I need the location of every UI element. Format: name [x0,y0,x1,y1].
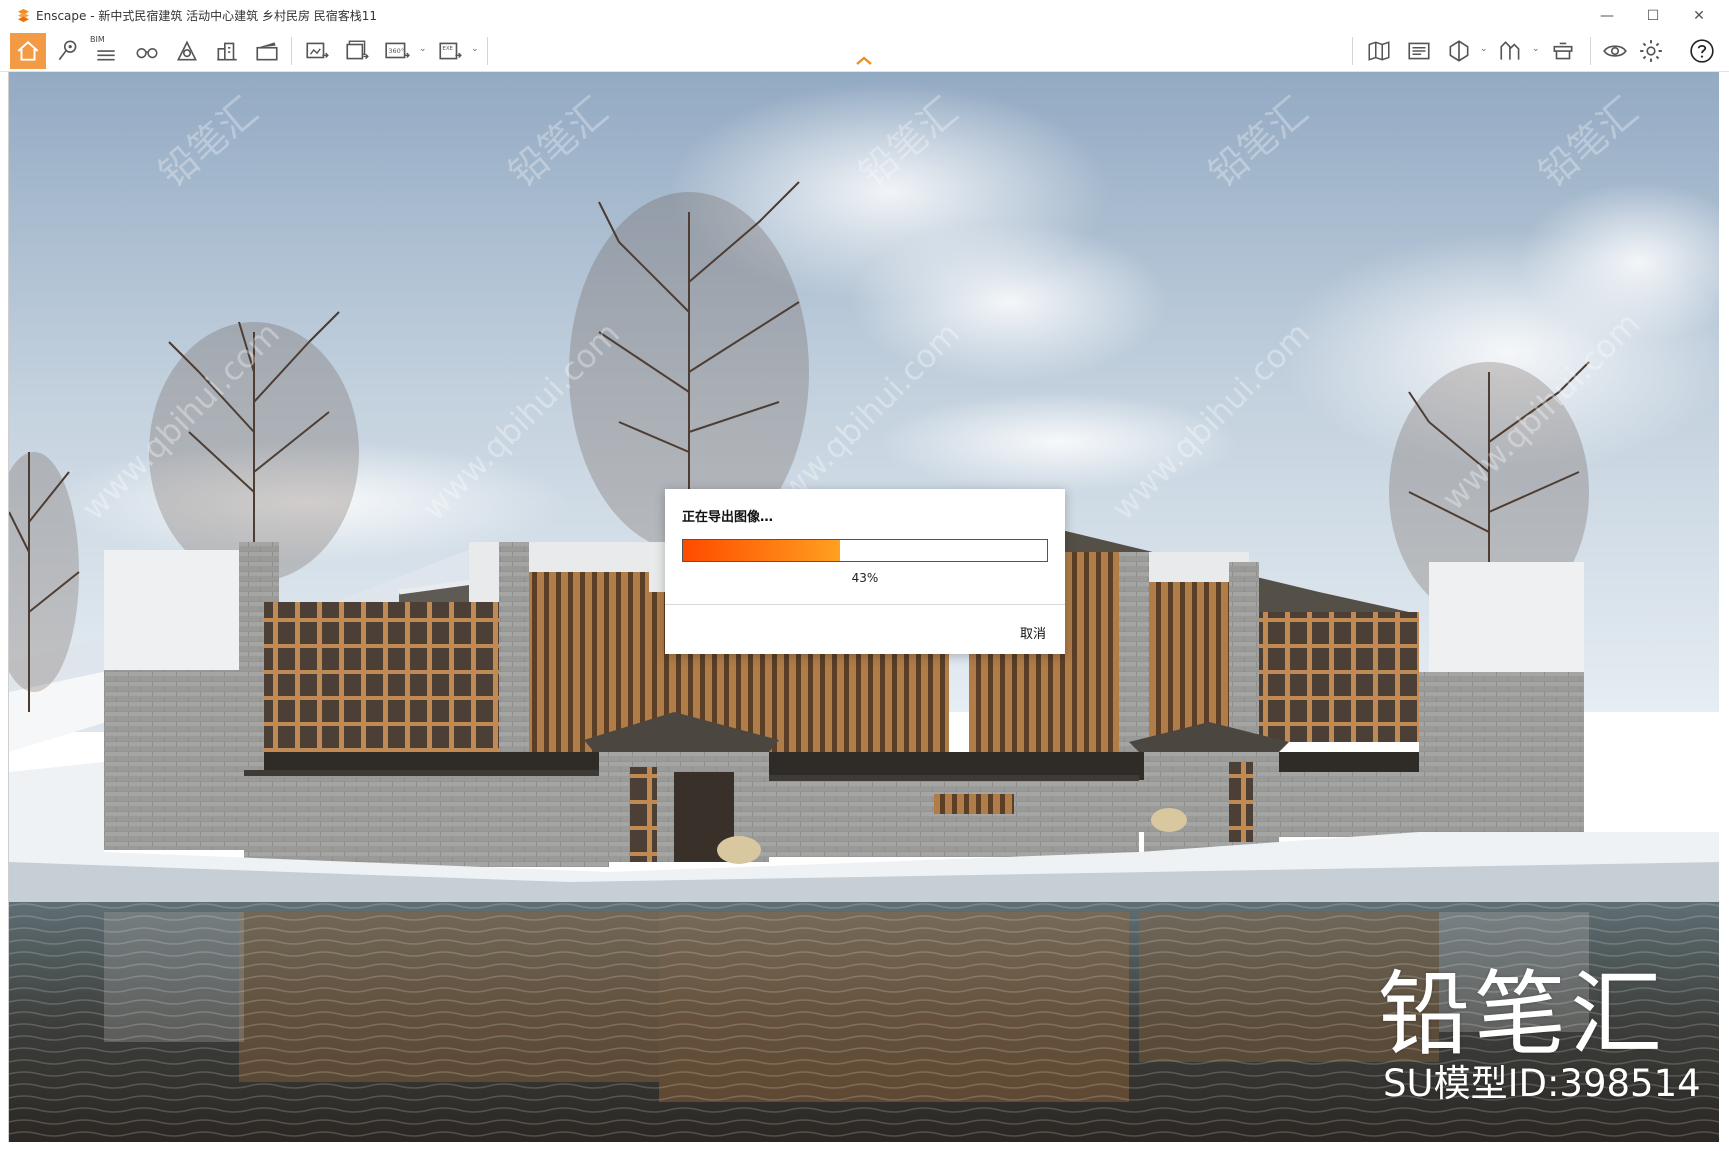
bim-label: BIM [90,35,105,44]
map-icon [1368,41,1390,61]
home-button[interactable] [10,33,46,69]
map-button[interactable] [1361,33,1397,69]
section-dropdown[interactable]: ⌄ [1480,44,1490,58]
visual-settings-icon [1500,41,1520,60]
minimize-icon: — [1600,7,1614,24]
eye-icon [1603,45,1627,57]
atmosphere-icon [177,40,197,61]
batch-render-button[interactable] [339,33,375,69]
help-button[interactable] [1684,33,1720,69]
batch-render-icon [346,40,369,60]
capture-icon [1553,42,1573,60]
binoculars-icon [136,48,158,59]
section-button[interactable] [1441,33,1477,69]
bim-button[interactable]: BIM [88,33,124,69]
asset-library-button[interactable] [209,33,245,69]
toolbar-separator [487,37,488,65]
watermark-model-id: SU模型ID:398514 [1383,1062,1701,1105]
view-button[interactable] [1597,33,1633,69]
exe-export-button[interactable]: EXE [432,33,468,69]
home-icon [17,41,39,61]
dialog-divider [665,604,1065,605]
settings-button[interactable] [1633,33,1669,69]
asset-library-icon [217,42,237,61]
screenshot-icon [306,42,329,59]
title-bar: Enscape - 新中式民宿建筑 活动中心建筑 乡村民房 民宿客栈11 — ☐… [0,0,1729,31]
views-button[interactable] [50,33,86,69]
export-progress-dialog: 正在导出图像… 43% 取消 [665,489,1065,654]
progress-percent: 43% [851,571,879,585]
visual-settings-button[interactable] [1493,33,1529,69]
close-icon: ✕ [1693,7,1705,24]
enscape-window: Enscape - 新中式民宿建筑 活动中心建筑 乡村民房 民宿客栈11 — ☐… [0,0,1729,1151]
screenshot-button[interactable] [299,33,335,69]
progress-bar-fill [683,540,840,561]
toolbar-separator [1590,37,1591,65]
maximize-button[interactable]: ☐ [1630,0,1676,31]
atmosphere-button[interactable] [169,33,205,69]
close-button[interactable]: ✕ [1676,0,1722,31]
video-editor-button[interactable] [249,33,285,69]
panorama-360-icon: 360° [385,42,410,59]
help-icon [1690,39,1714,63]
toolbar-separator [291,37,292,65]
view-management-button[interactable] [1401,33,1437,69]
minimize-button[interactable]: — [1584,0,1630,31]
walk-mode-button[interactable] [129,33,165,69]
maximize-icon: ☐ [1646,7,1660,24]
export-progress-bar [682,539,1048,562]
panorama-dropdown[interactable]: ⌄ [419,44,429,58]
view-management-icon [1408,42,1430,60]
exe-export-icon: EXE [439,42,462,60]
visual-settings-dropdown[interactable]: ⌄ [1532,44,1542,58]
capture-button[interactable] [1545,33,1581,69]
section-icon [1449,40,1469,62]
settings-gear-icon [1640,40,1662,62]
enscape-toolbar: BIM 360° ⌄ EXE ⌄ ⌄ ⌄ [0,31,1729,72]
exe-export-dropdown[interactable]: ⌄ [471,44,481,58]
exe-label: EXE [442,46,453,52]
panorama-label: 360° [388,47,404,55]
panorama-button[interactable]: 360° [379,33,415,69]
enscape-logo-icon [17,8,30,23]
collapse-toolbar-chevron-icon[interactable] [853,53,875,67]
cancel-button[interactable]: 取消 [990,622,1046,642]
window-title: Enscape - 新中式民宿建筑 活动中心建筑 乡村民房 民宿客栈11 [36,9,378,23]
location-pin-icon [58,40,77,61]
video-editor-icon [256,42,278,61]
toolbar-separator [1352,37,1353,65]
dialog-title: 正在导出图像… [682,510,774,525]
